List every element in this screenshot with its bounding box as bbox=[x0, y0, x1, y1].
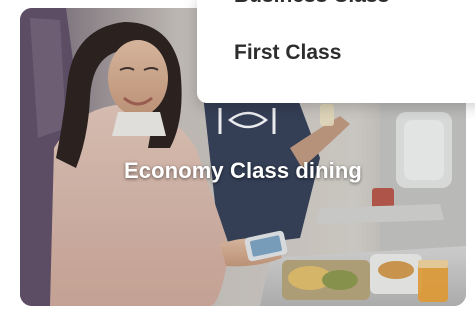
menu-item-first-class[interactable]: First Class bbox=[234, 41, 341, 65]
card-caption: Economy Class dining bbox=[124, 158, 362, 183]
menu-item-business-class[interactable]: Business Class bbox=[234, 0, 389, 8]
cabin-class-dropdown-menu: Business Class First Class bbox=[197, 0, 475, 103]
airline-logo-icon bbox=[218, 108, 276, 134]
page: Economy Class dining Business Class Firs… bbox=[0, 0, 475, 310]
